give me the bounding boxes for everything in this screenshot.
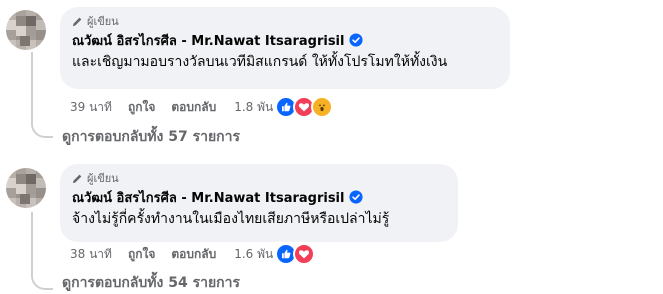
comment-bubble: ผู้เขียน ณวัฒน์ อิสรไกรศีล - Mr.Nawat It… [60, 7, 510, 89]
comment-bubble: ผู้เขียน ณวัฒน์ อิสรไกรศีล - Mr.Nawat It… [60, 164, 458, 242]
reply-button[interactable]: ตอบกลับ [171, 245, 216, 264]
reaction-icons[interactable] [275, 96, 334, 118]
author-badge-label: ผู้เขียน [87, 15, 119, 28]
view-replies-link[interactable]: ดูการตอบกลับทั้ง 57 รายการ [62, 126, 240, 148]
comment-text: จ้างไม่รู้กี่ครั้งทำงานในเมืองไทยเสียภาษ… [72, 211, 390, 227]
reply-button[interactable]: ตอบกลับ [171, 98, 216, 117]
verified-badge-icon [349, 190, 364, 204]
like-button[interactable]: ถูกใจ [128, 98, 155, 117]
avatar[interactable] [6, 168, 46, 208]
thread-curve [31, 116, 53, 138]
comment-time[interactable]: 38 นาที [70, 245, 112, 264]
author-name[interactable]: ณวัฒน์ อิสรไกรศีล - Mr.Nawat Itsaragrisi… [72, 30, 344, 51]
author-name[interactable]: ณวัฒน์ อิสรไกรศีล - Mr.Nawat Itsaragrisi… [72, 187, 344, 208]
verified-badge-icon [349, 33, 364, 47]
reaction-count[interactable]: 1.8 พัน [234, 98, 273, 117]
reaction-icons[interactable] [275, 243, 316, 265]
like-button[interactable]: ถูกใจ [128, 245, 155, 264]
love-icon [293, 243, 316, 265]
thread-line [31, 212, 33, 270]
comment-text: และเชิญมามอบรางวัลบนเวทีมิสแกรนด์ ให้ทั้… [72, 54, 448, 70]
comment-meta: 39 นาที ถูกใจ ตอบกลับ 1.8 พัน [70, 96, 334, 118]
wow-icon [311, 96, 334, 118]
pencil-icon [72, 17, 82, 26]
author-badge-label: ผู้เขียน [87, 172, 119, 185]
comment-meta: 38 นาที ถูกใจ ตอบกลับ 1.6 พัน [70, 243, 316, 265]
thread-line [31, 52, 33, 118]
reaction-count[interactable]: 1.6 พัน [234, 245, 273, 264]
avatar[interactable] [6, 10, 46, 50]
author-badge: ผู้เขียน [72, 170, 446, 186]
view-replies-link[interactable]: ดูการตอบกลับทั้ง 54 รายการ [62, 272, 240, 294]
thread-curve [31, 268, 53, 290]
comment-time[interactable]: 39 นาที [70, 98, 112, 117]
pencil-icon [72, 174, 82, 183]
author-badge: ผู้เขียน [72, 13, 498, 29]
